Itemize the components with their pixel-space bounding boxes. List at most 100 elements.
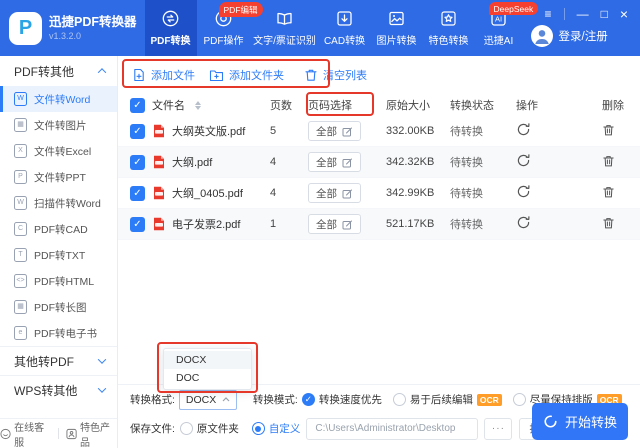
save-settings-row: 保存文件: 原文件夹 自定义 C:\Users\Administrator\De… <box>130 417 592 440</box>
online-service-link[interactable]: 在线客服 <box>0 419 51 448</box>
start-convert-button[interactable]: 开始转换 <box>532 403 628 440</box>
tab-label: 特色转换 <box>429 32 469 47</box>
add-folder-icon <box>209 68 224 82</box>
sidebar-item-label: 文件转图片 <box>34 118 87 133</box>
trash-icon <box>602 123 615 137</box>
sidebar-item-file-to-word[interactable]: W 文件转Word <box>0 86 117 112</box>
convert-action-button[interactable] <box>516 215 531 230</box>
convert-action-button[interactable] <box>516 184 531 199</box>
tab-cad-convert[interactable]: CAD转换 <box>319 0 371 56</box>
sidebar-group-pdf-to-other[interactable]: PDF转其他 <box>0 56 117 86</box>
original-folder-label: 原文件夹 <box>197 421 239 436</box>
custom-folder-label: 自定义 <box>269 421 301 436</box>
convert-action-button[interactable] <box>516 122 531 137</box>
chevron-up-icon <box>222 397 230 402</box>
tab-xunjie-ai[interactable]: DeepSeek AI 迅捷AI <box>475 0 523 56</box>
tab-special-convert[interactable]: 特色转换 <box>423 0 475 56</box>
deepseek-badge: DeepSeek <box>489 2 539 15</box>
page-select-button[interactable]: 全部 <box>308 214 361 234</box>
tab-label: CAD转换 <box>324 32 365 47</box>
status-text: 待转换 <box>450 154 512 170</box>
dropdown-option-doc[interactable]: DOC <box>164 369 251 387</box>
products-icon <box>66 428 77 440</box>
page-select-button[interactable]: 全部 <box>308 152 361 172</box>
table-row: ✓ 大纲_0405.pdf 4 全部 342.99KB 待转换 <box>118 178 640 209</box>
radio-speed-first[interactable]: ✓ <box>302 393 315 406</box>
radio-custom-folder[interactable] <box>252 422 265 435</box>
sidebar-item-pdf-to-html[interactable]: <> PDF转HTML <box>0 268 117 294</box>
sidebar-item-file-to-excel[interactable]: X 文件转Excel <box>0 138 117 164</box>
tab-image-convert[interactable]: 图片转换 <box>371 0 423 56</box>
delete-row-button[interactable] <box>602 123 615 137</box>
row-checkbox[interactable]: ✓ <box>130 155 145 170</box>
table-row: ✓ 大纲.pdf 4 全部 342.32KB 待转换 <box>118 147 640 178</box>
sidebar-item-label: PDF转长图 <box>34 300 87 315</box>
close-button[interactable]: × <box>620 7 628 21</box>
clear-list-button[interactable]: 清空列表 <box>304 67 367 83</box>
browse-path-button[interactable]: ··· <box>484 418 512 440</box>
page-select-button[interactable]: 全部 <box>308 121 361 141</box>
delete-row-button[interactable] <box>602 216 615 230</box>
tab-label: PDF转换 <box>151 32 191 47</box>
refresh-icon <box>516 153 531 168</box>
minimize-button[interactable]: — <box>577 8 589 20</box>
sidebar-item-label: PDF转HTML <box>34 274 94 289</box>
online-service-label: 在线客服 <box>14 419 51 448</box>
menu-icon[interactable]: ≡ <box>545 8 552 20</box>
maximize-button[interactable]: □ <box>601 8 608 20</box>
file-size: 332.00KB <box>386 125 450 137</box>
clear-list-label: 清空列表 <box>323 67 367 83</box>
select-all-checkbox[interactable]: ✓ <box>130 98 145 113</box>
sidebar-item-pdf-to-txt[interactable]: T PDF转TXT <box>0 242 117 268</box>
pdf-long-image-icon: ▦ <box>14 300 27 314</box>
image-icon <box>387 9 406 28</box>
tab-pdf-convert[interactable]: PDF转换 <box>145 0 197 56</box>
window-controls: ≡ — □ × <box>545 7 628 21</box>
row-checkbox[interactable]: ✓ <box>130 217 145 232</box>
edit-icon <box>342 126 353 137</box>
tab-pdf-operate[interactable]: PDF编辑 PDF操作 <box>197 0 251 56</box>
add-folder-button[interactable]: 添加文件夹 <box>209 67 284 83</box>
tab-label: 文字/票证识别 <box>253 32 316 47</box>
avatar <box>531 25 553 47</box>
sidebar-group-title: 其他转PDF <box>14 353 74 370</box>
pdf-html-icon: <> <box>14 274 27 288</box>
login-area[interactable]: 登录/注册 <box>531 24 608 48</box>
file-name: 大纲.pdf <box>172 154 212 170</box>
file-size: 521.17KB <box>386 218 450 230</box>
sidebar-item-file-to-ppt[interactable]: P 文件转PPT <box>0 164 117 190</box>
sidebar-item-pdf-to-cad[interactable]: C PDF转CAD <box>0 216 117 242</box>
sidebar-item-pdf-to-ebook[interactable]: e PDF转电子书 <box>0 320 117 346</box>
titlebar: P 迅捷PDF转换器 v1.3.2.0 PDF转换 PDF编辑 PDF操作 文字… <box>0 0 640 56</box>
sidebar-item-pdf-to-long-image[interactable]: ▦ PDF转长图 <box>0 294 117 320</box>
convert-action-button[interactable] <box>516 153 531 168</box>
format-select[interactable]: DOCX <box>179 390 237 410</box>
save-path-input[interactable]: C:\Users\Administrator\Desktop <box>306 418 478 440</box>
file-excel-icon: X <box>14 144 27 158</box>
pdf-file-icon <box>152 217 166 231</box>
sort-icon[interactable] <box>195 101 201 110</box>
page-select-button[interactable]: 全部 <box>308 183 361 203</box>
app-title: 迅捷PDF转换器 <box>49 15 137 31</box>
svg-text:AI: AI <box>495 15 502 24</box>
sidebar-item-file-to-image[interactable]: ▦ 文件转图片 <box>0 112 117 138</box>
radio-keep-layout[interactable] <box>513 393 526 406</box>
add-file-button[interactable]: 添加文件 <box>132 67 195 83</box>
delete-row-button[interactable] <box>602 154 615 168</box>
format-label: 转换格式: <box>130 392 175 407</box>
sidebar-footer: 在线客服 特色产品 <box>0 418 117 448</box>
dropdown-option-docx[interactable]: DOCX <box>164 351 251 369</box>
radio-easy-edit[interactable] <box>393 393 406 406</box>
row-checkbox[interactable]: ✓ <box>130 186 145 201</box>
header-page-select: 页码选择 <box>308 97 386 113</box>
row-checkbox[interactable]: ✓ <box>130 124 145 139</box>
sidebar-item-scan-to-word[interactable]: W 扫描件转Word <box>0 190 117 216</box>
sidebar-group-wps-to-other[interactable]: WPS转其他 <box>0 375 117 404</box>
featured-products-link[interactable]: 特色产品 <box>66 419 117 448</box>
delete-row-button[interactable] <box>602 185 615 199</box>
trash-icon <box>304 68 318 82</box>
radio-original-folder[interactable] <box>180 422 193 435</box>
pdf-txt-icon: T <box>14 248 27 262</box>
sidebar-group-other-to-pdf[interactable]: 其他转PDF <box>0 346 117 375</box>
scan-word-icon: W <box>14 196 27 210</box>
